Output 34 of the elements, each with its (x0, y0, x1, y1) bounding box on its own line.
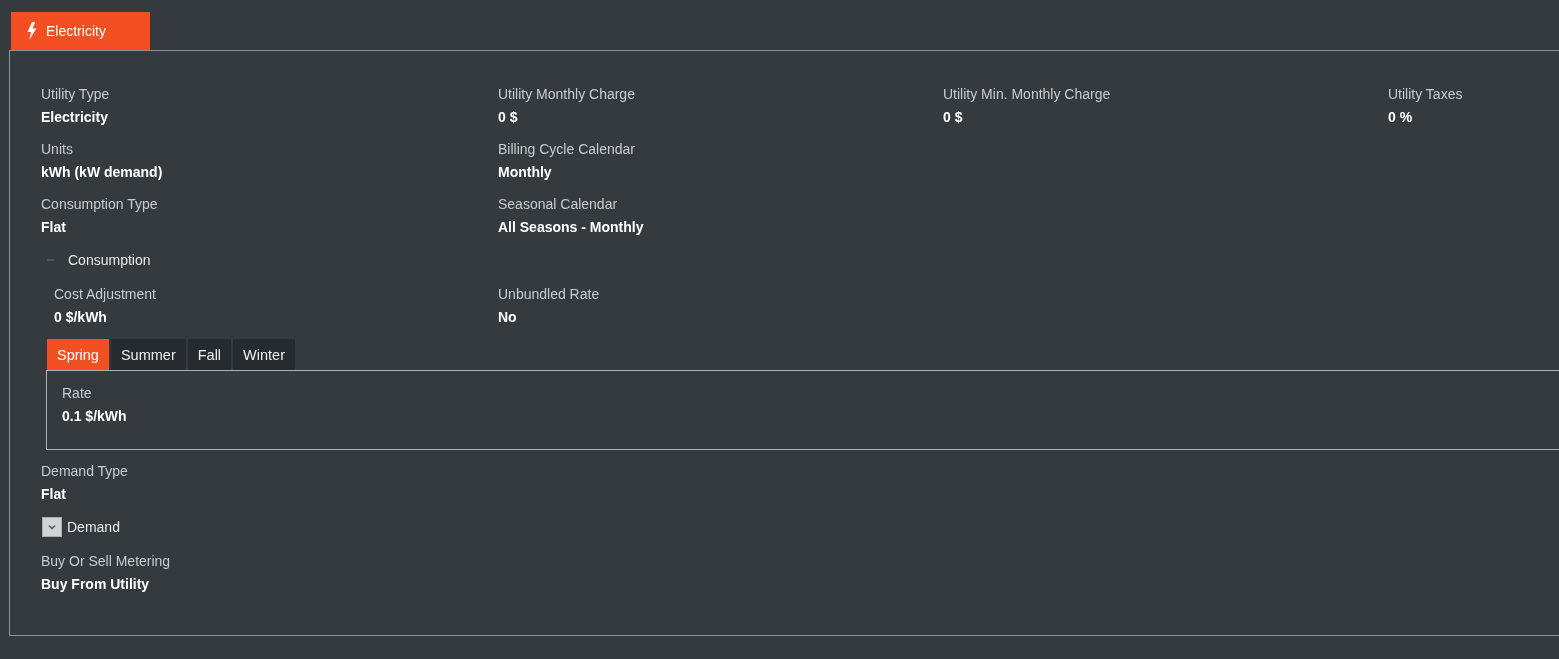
field-label: Seasonal Calendar (498, 195, 618, 214)
field-value: Electricity (41, 108, 108, 127)
utility-tab[interactable]: Electricity (11, 12, 150, 50)
field-label: Unbundled Rate (498, 285, 600, 304)
field-value: 0 $ (943, 108, 963, 127)
field-value: All Seasons - Monthly (498, 218, 644, 237)
field-label: Utility Type (41, 85, 110, 104)
season-tab[interactable]: Summer (110, 339, 186, 370)
field-value: kWh (kW demand) (41, 163, 163, 182)
field-label: Units (41, 140, 73, 159)
field-value: Flat (41, 485, 66, 504)
season-tab[interactable]: Winter (233, 339, 295, 370)
field-label: Utility Monthly Charge (498, 85, 635, 104)
field-value: 0 % (1388, 108, 1413, 127)
field-value: Buy From Utility (41, 575, 150, 594)
field-label: Billing Cycle Calendar (498, 140, 635, 159)
field-value: No (498, 308, 517, 327)
field-label: Demand Type (41, 462, 128, 481)
section-toggle[interactable]: Demand (42, 517, 120, 537)
lightning-icon (27, 22, 37, 40)
field-label: Utility Min. Monthly Charge (943, 85, 1111, 104)
field-label: Buy Or Sell Metering (41, 552, 171, 571)
field-label: Utility Taxes (1388, 85, 1463, 104)
field-value: Monthly (498, 163, 552, 182)
field-label: Rate (62, 384, 92, 403)
season-tab[interactable]: Fall (187, 339, 232, 370)
field-label: Cost Adjustment (54, 285, 156, 304)
season-tab[interactable]: Spring (47, 339, 109, 370)
field-value: 0 $ (498, 108, 518, 127)
field-value: Flat (41, 218, 66, 237)
section-toggle[interactable]: Consumption (42, 250, 151, 270)
field-value: 0 $/kWh (54, 308, 107, 327)
field-label: Consumption Type (41, 195, 158, 214)
field-value: 0.1 $/kWh (62, 407, 127, 426)
